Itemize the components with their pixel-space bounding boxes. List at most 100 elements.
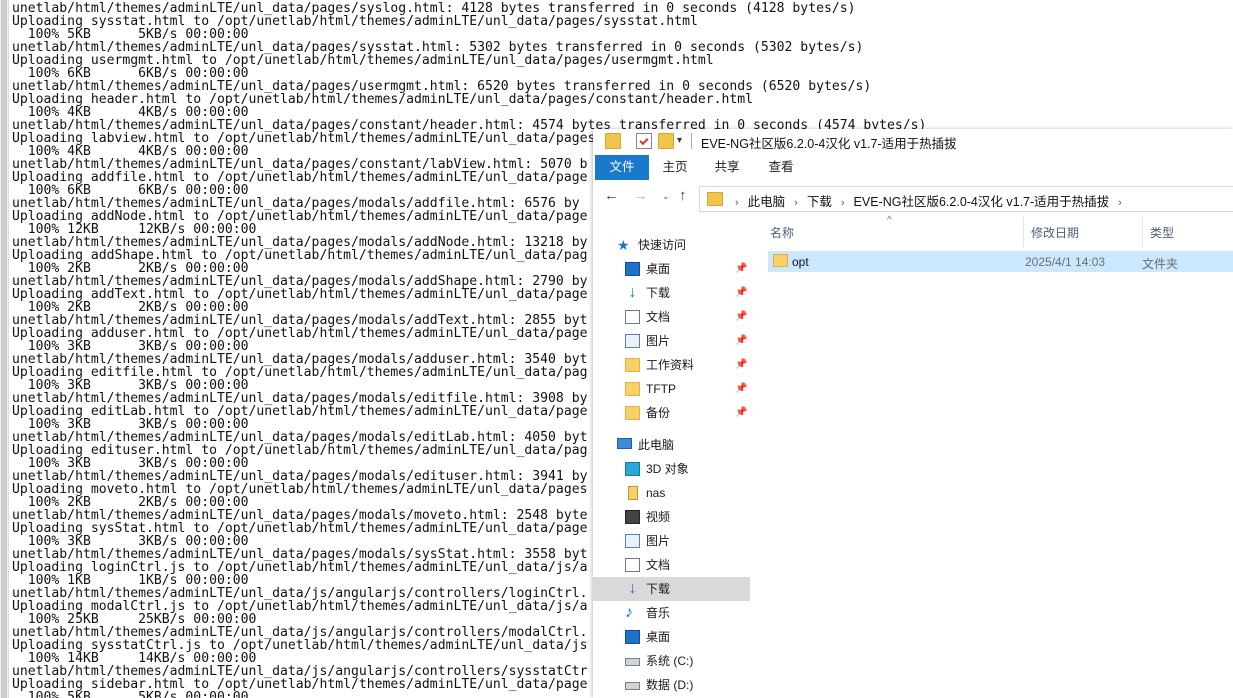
star-icon: ★ [617,237,630,253]
file-name: opt [792,255,809,269]
breadcrumb-separator: › [735,197,739,209]
pin-icon[interactable]: 📌 [735,257,747,281]
document-icon [625,310,640,324]
nav-label: 3D 对象 [646,462,689,476]
picture-icon [625,334,640,348]
nav-item-3d-objects[interactable]: 3D 对象 [593,457,750,481]
nav-item-videos[interactable]: 视频 [593,505,750,529]
nav-label: 文档 [646,558,671,572]
nav-item-pc-desktop[interactable]: 桌面 [593,625,750,649]
drive-icon [625,658,640,666]
computer-icon [617,438,632,449]
nav-label: 视频 [646,510,671,524]
nav-item-pc-downloads[interactable]: ↓ 下载 [593,577,750,601]
nav-item-music[interactable]: ♪ 音乐 [593,601,750,625]
column-header-type[interactable]: 类型 [1150,224,1174,241]
download-arrow-icon: ↓ [628,284,637,301]
nav-item-nas[interactable]: nas [593,481,750,505]
column-divider[interactable] [1023,217,1024,247]
new-folder-icon[interactable] [658,133,674,149]
nav-label: 此电脑 [638,438,675,452]
pin-icon[interactable]: 📌 [735,305,747,329]
folder-icon [625,406,640,420]
nav-item-downloads[interactable]: ↓ 下载 📌 [593,281,750,305]
column-header-date-modified[interactable]: 修改日期 [1031,224,1079,241]
document-icon [625,558,640,572]
forward-arrow-icon[interactable]: → [633,187,648,204]
terminal-scrollbar-thumb[interactable] [1,0,7,698]
back-arrow-icon[interactable]: ← [604,187,619,204]
properties-icon[interactable] [636,133,652,149]
navigation-pane: ★ 快速访问 桌面 📌 ↓ 下载 📌 文档 📌 图片 📌 工作资料 📌 TFTP 📌 备份 📌 此… [593,223,750,698]
pin-icon[interactable]: 📌 [735,353,747,377]
folder-icon [625,358,640,372]
nav-label: 图片 [646,334,671,348]
nav-item-pc-pictures[interactable]: 图片 [593,529,750,553]
column-header-name[interactable]: 名称 [770,224,794,241]
folder-icon [707,192,723,206]
up-arrow-icon[interactable]: ↑ [679,187,687,204]
video-icon [625,510,640,524]
nav-label: 数据 (D:) [646,678,694,692]
picture-icon [625,534,640,548]
nav-item-tftp[interactable]: TFTP 📌 [593,377,750,401]
music-note-icon: ♪ [625,604,633,621]
tab-home[interactable]: 主页 [655,155,695,180]
breadcrumb-this-pc[interactable]: 此电脑 [748,195,786,209]
nav-label: 音乐 [646,606,671,620]
file-date-modified: 2025/4/1 14:03 [1025,255,1106,269]
nas-drive-icon [628,486,638,500]
window-title: EVE-NG社区版6.2.0-4汉化 v1.7-适用于热插拔 [701,137,957,151]
drive-icon [625,682,640,690]
nav-label: 系统 (C:) [646,654,694,668]
recent-locations-chevron-icon[interactable]: ⌄ [662,191,670,202]
nav-item-drive-d[interactable]: 数据 (D:) [593,673,750,697]
terminal-line: 100% 5KB 5KB/s 00:00:00 [27,690,249,698]
title-separator [691,133,692,149]
address-bar[interactable]: › 此电脑 › 下载 › EVE-NG社区版6.2.0-4汉化 v1.7-适用于热插拔 › [699,186,1233,212]
nav-label: 图片 [646,534,671,548]
file-row[interactable]: opt 2025/4/1 14:03 文件夹 [768,251,1233,272]
column-divider[interactable] [1142,217,1143,247]
nav-label: 快速访问 [638,238,687,252]
pin-icon[interactable]: 📌 [735,377,747,401]
nav-item-pictures[interactable]: 图片 📌 [593,329,750,353]
tab-file[interactable]: 文件 [595,155,649,180]
folder-icon [773,254,788,267]
quick-access-toolbar-dropdown-icon[interactable]: ▾ [677,135,682,146]
nav-label: nas [646,486,666,500]
tab-share[interactable]: 共享 [707,155,747,180]
nav-label: 文档 [646,310,671,324]
nav-item-desktop[interactable]: 桌面 📌 [593,257,750,281]
folder-icon [605,133,621,149]
pin-icon[interactable]: 📌 [735,401,747,425]
breadcrumb-current-folder[interactable]: EVE-NG社区版6.2.0-4汉化 v1.7-适用于热插拔 [854,195,1110,209]
nav-label: TFTP [646,382,676,396]
nav-label: 下载 [646,286,671,300]
navigation-bar: ← → ⌄ ↑ › 此电脑 › 下载 › EVE-NG社区版6.2.0-4汉化 v1.7-… [593,184,1233,212]
title-bar: ▾ EVE-NG社区版6.2.0-4汉化 v1.7-适用于热插拔 [593,129,1233,155]
download-arrow-icon: ↓ [628,580,637,597]
desktop-icon [625,262,640,276]
nav-item-backup[interactable]: 备份 📌 [593,401,750,425]
folder-icon [625,382,640,396]
nav-item-pc-documents[interactable]: 文档 [593,553,750,577]
nav-label: 桌面 [646,630,671,644]
breadcrumb-separator[interactable]: › [832,197,854,209]
breadcrumb: › 此电脑 › 下载 › EVE-NG社区版6.2.0-4汉化 v1.7-适用于热插拔 › [726,191,1131,210]
nav-label: 工作资料 [646,358,695,372]
breadcrumb-downloads[interactable]: 下载 [807,195,832,209]
nav-item-work-files[interactable]: 工作资料 📌 [593,353,750,377]
nav-item-drive-c[interactable]: 系统 (C:) [593,649,750,673]
nav-item-documents[interactable]: 文档 📌 [593,305,750,329]
nav-this-pc[interactable]: 此电脑 [593,433,750,457]
pin-icon[interactable]: 📌 [735,281,747,305]
breadcrumb-separator[interactable]: › [1109,197,1131,209]
tab-view[interactable]: 查看 [761,155,801,180]
pin-icon[interactable]: 📌 [735,329,747,353]
file-explorer-window[interactable]: ▾ EVE-NG社区版6.2.0-4汉化 v1.7-适用于热插拔 文件 主页 共… [593,129,1233,698]
terminal-scrollbar[interactable] [0,0,9,698]
file-type: 文件夹 [1142,257,1179,271]
nav-quick-access[interactable]: ★ 快速访问 [593,233,750,257]
breadcrumb-separator[interactable]: › [785,197,807,209]
